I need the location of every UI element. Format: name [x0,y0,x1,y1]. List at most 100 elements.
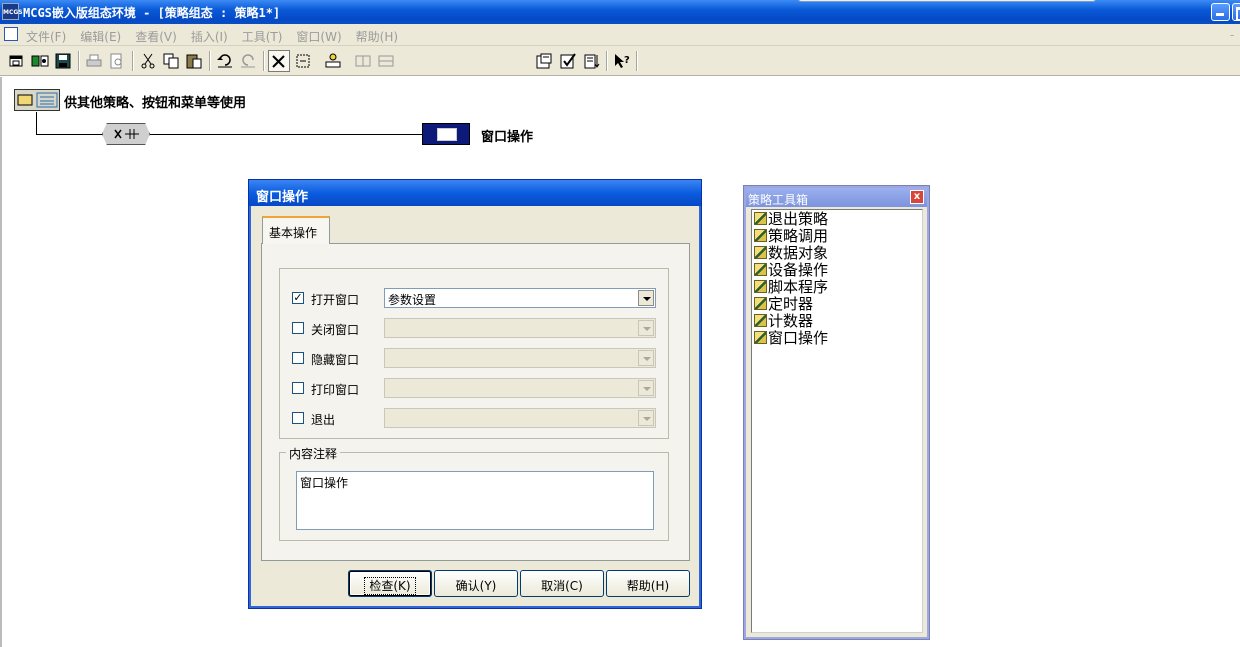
chevron-down-icon[interactable] [638,350,654,366]
window-grid2-icon[interactable] [375,50,397,72]
tab-panel: ✓ 打开窗口 参数设置 关闭窗口 隐藏窗口 打印窗口 退出 内容注释 窗口操作 [261,243,690,561]
strategy-wire [36,112,37,134]
new-window-icon[interactable] [6,50,28,72]
window-action-icon [437,128,457,141]
top-edge-panel [798,0,1096,2]
tab-basic-operation[interactable]: 基本操作 [262,216,330,244]
strategy-header-icon [17,92,58,108]
window-title: MCGS嵌入版组态环境 - [策略组态 : 策略1*] [23,6,281,20]
device-window-icon[interactable] [29,50,51,72]
component-icon [754,229,767,242]
hide-window-checkbox[interactable] [292,352,304,364]
list-item-label: 退出策略 [768,210,829,228]
print-icon[interactable] [83,50,105,72]
add-row-icon[interactable] [322,50,344,72]
title-bar: MCGS MCGS嵌入版组态环境 - [策略组态 : 策略1*] [0,0,1240,24]
window-grid-icon[interactable] [352,50,374,72]
cut-icon[interactable] [137,50,159,72]
content-note-textarea[interactable]: 窗口操作 [296,471,654,530]
print-preview-icon[interactable] [106,50,128,72]
strategy-wire [150,134,422,135]
menu-file[interactable]: 文件(F) [26,28,66,45]
open-window-value: 参数设置 [388,293,437,307]
cancel-button[interactable]: 取消(C) [520,570,604,597]
check-icon[interactable] [557,50,579,72]
operation-row-close: 关闭窗口 [292,318,662,338]
close-icon[interactable]: x [910,190,924,204]
toolbox-item-data-object[interactable]: 数据对象 [754,245,828,262]
check-button[interactable]: 检查(K) [348,570,432,597]
component-icon [754,280,767,293]
toolbox-item-strategy-call[interactable]: 策略调用 [754,228,828,245]
exit-label: 退出 [311,413,336,427]
component-icon [754,263,767,276]
close-window-select[interactable] [384,318,656,338]
component-icon [754,246,767,259]
toolbox-item-script[interactable]: 脚本程序 [754,279,828,296]
copy-icon[interactable] [160,50,182,72]
mdi-restore-button[interactable]: - [1230,28,1234,42]
component-icon [754,297,767,310]
menu-help[interactable]: 帮助(H) [356,28,398,45]
menu-list: 文件(F) 编辑(E) 查看(V) 插入(I) 工具(T) 窗口(W) 帮助(H… [26,28,398,45]
dialog-title: 窗口操作 [249,180,701,206]
toolbar-separator [606,51,608,71]
print-window-checkbox[interactable] [292,382,304,394]
close-window-label: 关闭窗口 [311,323,360,337]
operation-row-hide: 隐藏窗口 [292,348,662,368]
redo-icon[interactable] [237,50,259,72]
toolbar-separator [636,51,638,71]
toolbox-item-window-operation[interactable]: 窗口操作 [754,330,828,347]
menu-edit[interactable]: 编辑(E) [80,28,121,45]
strategy-node-icon[interactable] [292,50,314,72]
open-window-checkbox[interactable]: ✓ [292,292,304,304]
save-icon[interactable] [52,50,74,72]
list-item-label: 脚本程序 [768,278,829,296]
check-button-label: 检查(K) [364,577,416,595]
sort-icon[interactable] [581,50,603,72]
strategy-header-block[interactable] [14,89,60,111]
paste-icon[interactable] [183,50,205,72]
close-window-checkbox[interactable] [292,322,304,334]
toolbar-separator [132,51,134,71]
list-item-label: 计数器 [768,312,814,330]
tools-icon[interactable] [268,50,290,72]
toolbar-separator [209,51,211,71]
properties-icon[interactable] [533,50,555,72]
list-item-label: 定时器 [768,295,814,313]
menu-window[interactable]: 窗口(W) [296,28,341,45]
toolbar-separator [263,51,265,71]
open-window-label: 打开窗口 [311,293,360,307]
window-action-node[interactable] [422,123,470,145]
operation-row-print: 打印窗口 [292,378,662,398]
chevron-down-icon[interactable] [638,410,654,426]
operations-group: ✓ 打开窗口 参数设置 关闭窗口 隐藏窗口 打印窗口 退出 [279,268,669,439]
hide-window-label: 隐藏窗口 [311,353,360,367]
chevron-down-icon[interactable] [638,290,654,306]
hide-window-select[interactable] [384,348,656,368]
open-window-select[interactable]: 参数设置 [384,288,656,308]
toolbox-item-device-operation[interactable]: 设备操作 [754,262,828,279]
component-icon [754,212,767,225]
toolbox-item-timer[interactable]: 定时器 [754,296,813,313]
app-icon: MCGS [2,3,23,20]
minimize-button[interactable] [1211,3,1230,21]
toolbox-item-exit-strategy[interactable]: 退出策略 [754,211,828,228]
chevron-down-icon[interactable] [638,320,654,336]
chevron-down-icon[interactable] [638,380,654,396]
menu-insert[interactable]: 插入(I) [191,28,228,45]
print-window-select[interactable] [384,378,656,398]
context-help-icon[interactable]: ? [611,50,633,72]
list-item-label: 窗口操作 [768,329,829,347]
exit-checkbox[interactable] [292,412,304,424]
ok-button[interactable]: 确认(Y) [434,570,518,597]
help-button[interactable]: 帮助(H) [606,570,690,597]
toolbar-separator [78,51,80,71]
exit-select[interactable] [384,408,656,428]
menu-tools[interactable]: 工具(T) [242,28,283,45]
condition-node[interactable] [102,123,150,145]
maximize-button[interactable] [1232,3,1240,21]
toolbox-item-counter[interactable]: 计数器 [754,313,813,330]
menu-view[interactable]: 查看(V) [135,28,177,45]
undo-icon[interactable] [214,50,236,72]
